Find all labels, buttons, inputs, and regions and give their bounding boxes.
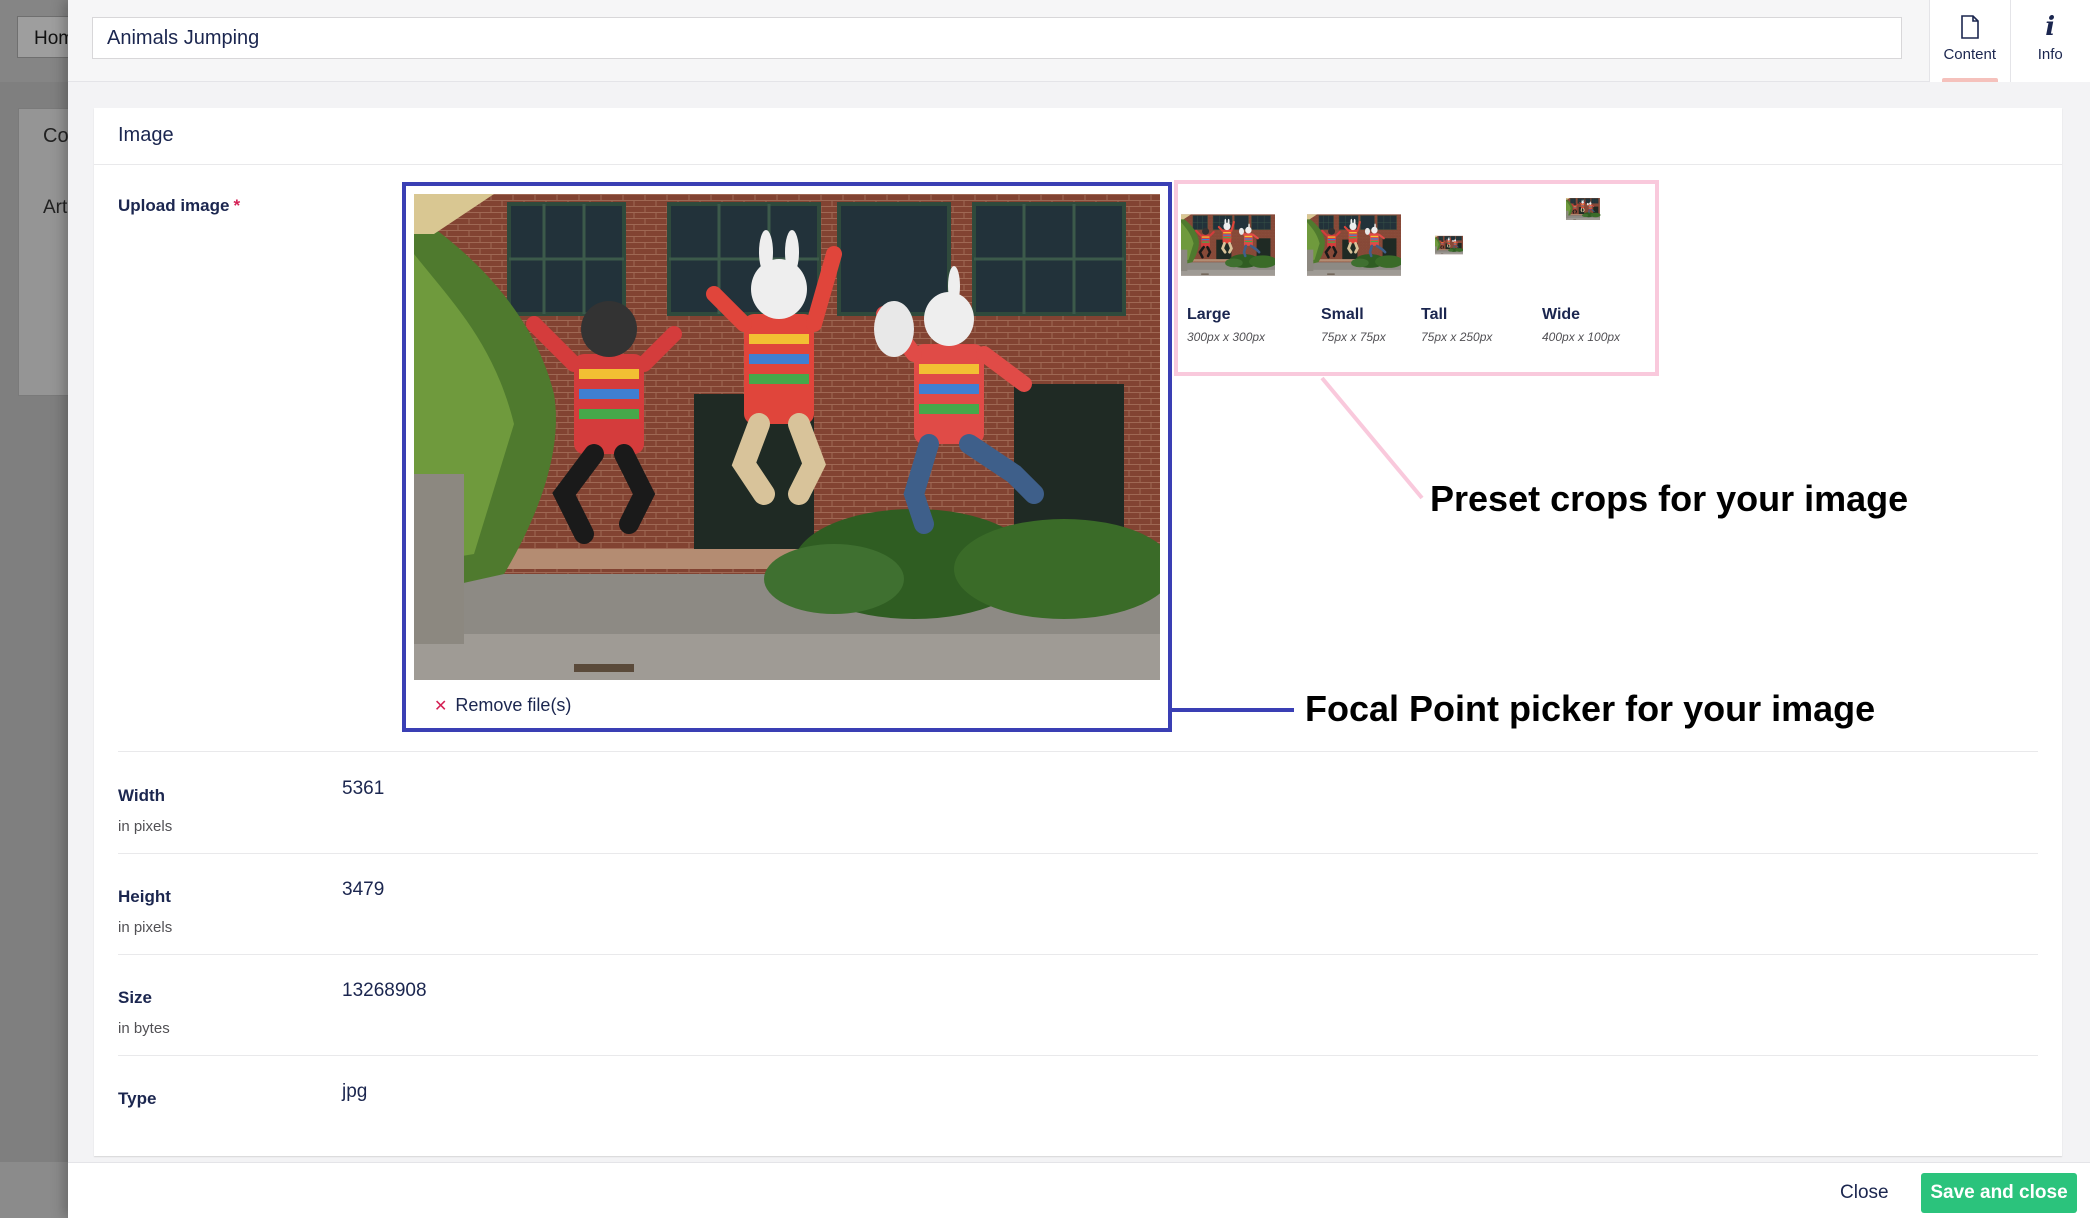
- close-button[interactable]: Close: [1828, 1175, 1901, 1211]
- crops-callout-line: [1320, 376, 1424, 500]
- annotation-lines: [1172, 376, 1424, 712]
- background-bottom: [0, 1162, 68, 1218]
- media-editor-overlay: Content i Info Image Upload image* Width…: [68, 0, 2090, 1218]
- save-and-close-button[interactable]: Save and close: [1921, 1173, 2077, 1213]
- editor-footer: Close Save and close: [68, 1162, 2090, 1218]
- background-panel-item: Art: [43, 197, 68, 218]
- annotation-focal-point: Focal Point picker for your image: [1305, 688, 1876, 729]
- annotation-preset-crops: Preset crops for your image: [1430, 478, 1909, 519]
- background-panel-title: Co: [43, 125, 69, 147]
